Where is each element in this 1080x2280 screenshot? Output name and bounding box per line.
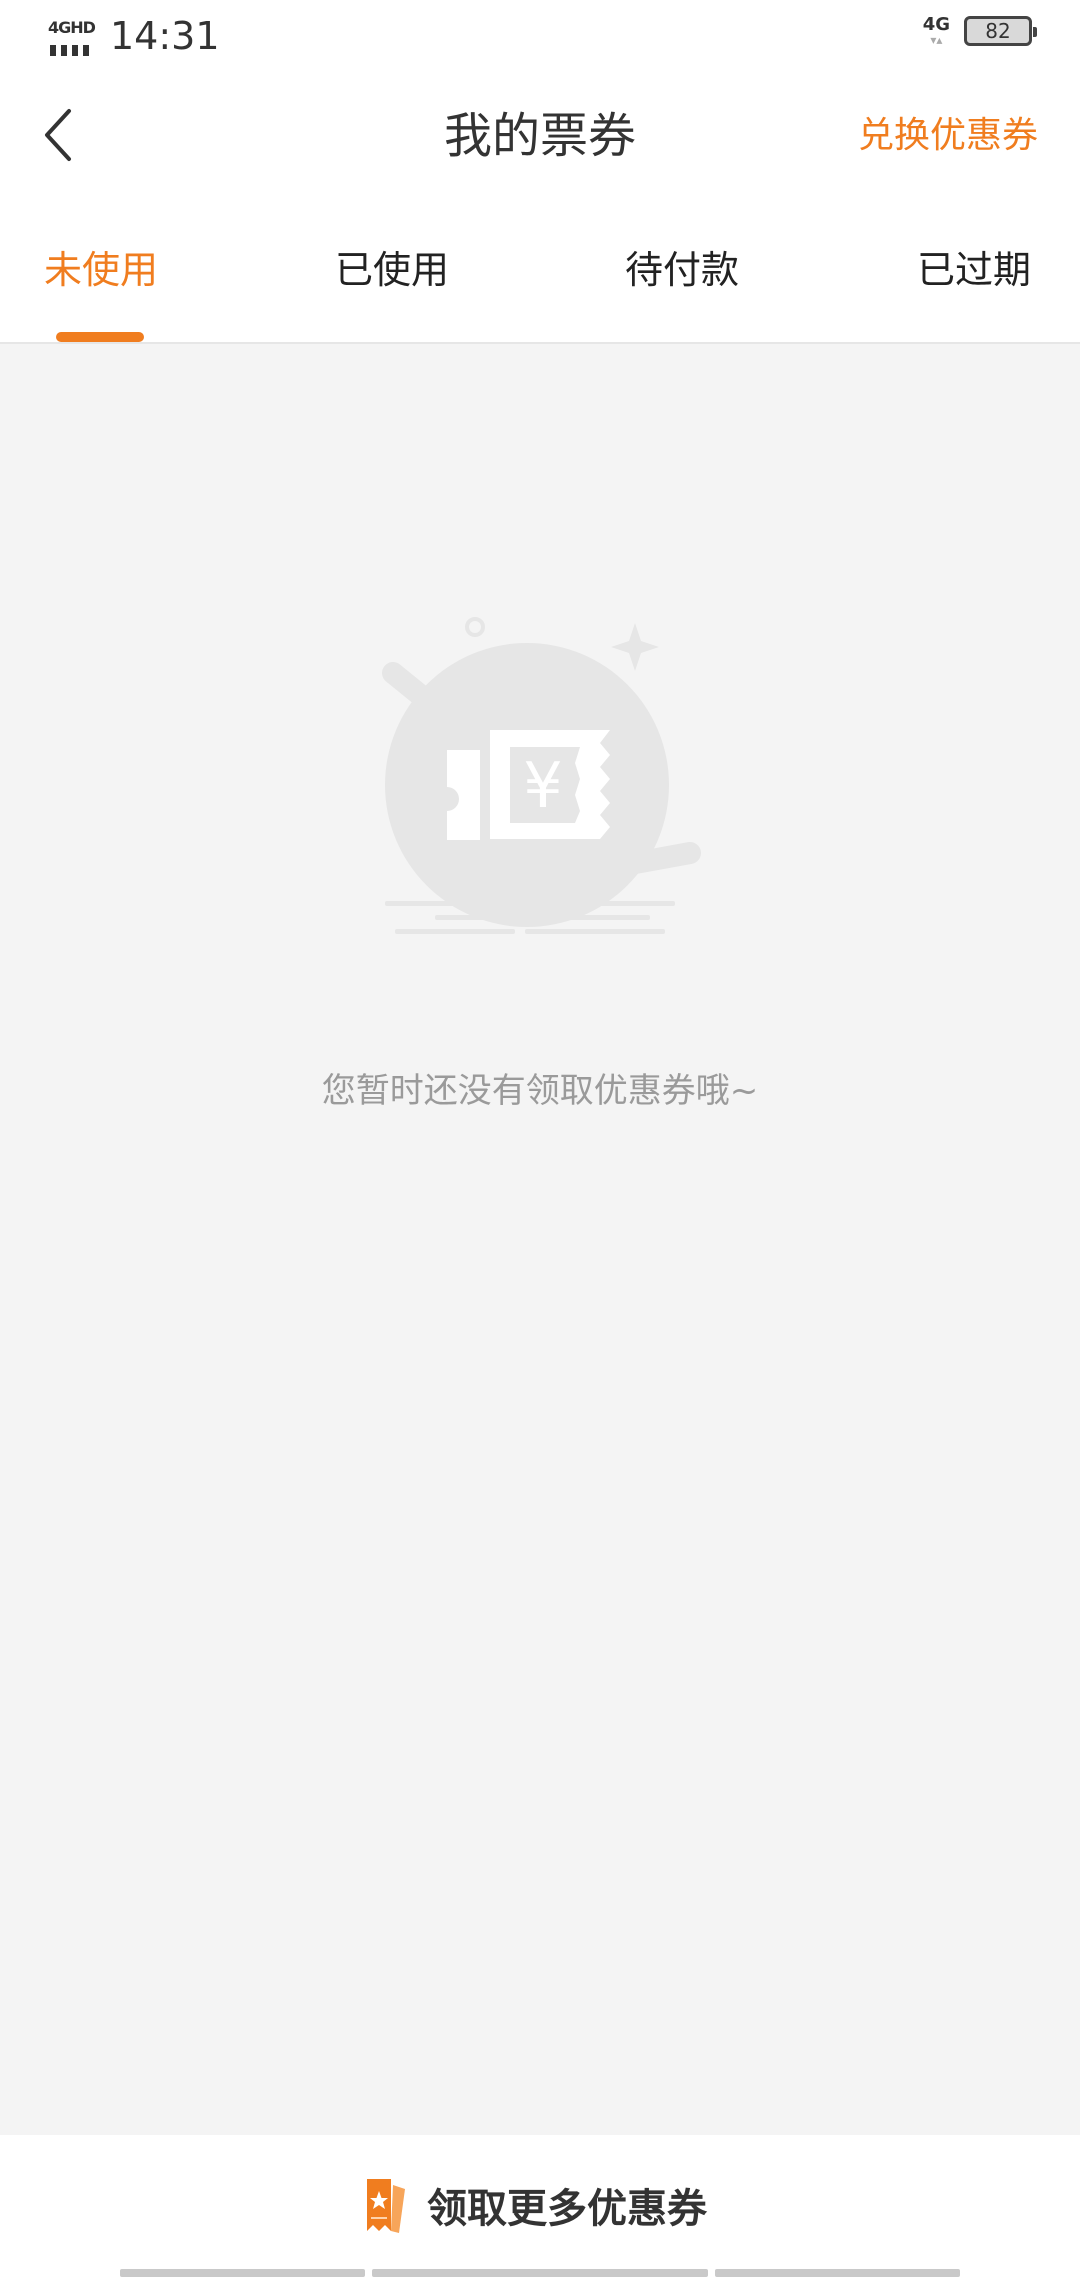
coupon-yen-icon: ¥ <box>382 617 701 934</box>
network-type-right: 4G <box>922 14 950 35</box>
tab-used[interactable]: 已使用 <box>335 242 449 298</box>
bottom-bar: 领取更多优惠券 <box>0 2135 1080 2280</box>
status-left: 4GHD 14:31 <box>48 14 220 58</box>
signal-icon: 4GHD <box>48 18 96 58</box>
header: 我的票券 兑换优惠券 <box>0 72 1080 202</box>
get-more-coupons-button[interactable]: 领取更多优惠券 <box>355 2175 707 2235</box>
tab-active-indicator <box>56 332 144 342</box>
tab-expired[interactable]: 已过期 <box>917 242 1031 298</box>
status-bar: 4GHD 14:31 4G ▾▴ 82 <box>0 0 1080 72</box>
empty-state-message: 您暂时还没有领取优惠券哦~ <box>321 1071 759 1111</box>
network-4g-icon: 4G ▾▴ <box>922 14 950 47</box>
svg-text:¥: ¥ <box>523 749 562 822</box>
home-indicator <box>0 2269 1080 2280</box>
ticket-star-icon <box>367 2179 405 2233</box>
screen: 4GHD 14:31 4G ▾▴ 82 我的票券 兑换优惠券 未使用 已使用 待… <box>0 0 1080 2280</box>
tab-bar: 未使用 已使用 待付款 已过期 <box>0 202 1080 344</box>
status-time: 14:31 <box>110 14 220 58</box>
get-more-coupons-label: 领取更多优惠券 <box>427 2186 707 2232</box>
battery-icon: 82 <box>964 16 1037 46</box>
battery-level: 82 <box>985 19 1011 43</box>
status-right: 4G ▾▴ 82 <box>922 14 1037 47</box>
redeem-coupon-link[interactable]: 兑换优惠券 <box>858 110 1038 162</box>
tab-unused[interactable]: 未使用 <box>44 242 158 298</box>
tab-pending-payment[interactable]: 待付款 <box>625 242 739 298</box>
network-type-left: 4GHD <box>48 18 96 37</box>
